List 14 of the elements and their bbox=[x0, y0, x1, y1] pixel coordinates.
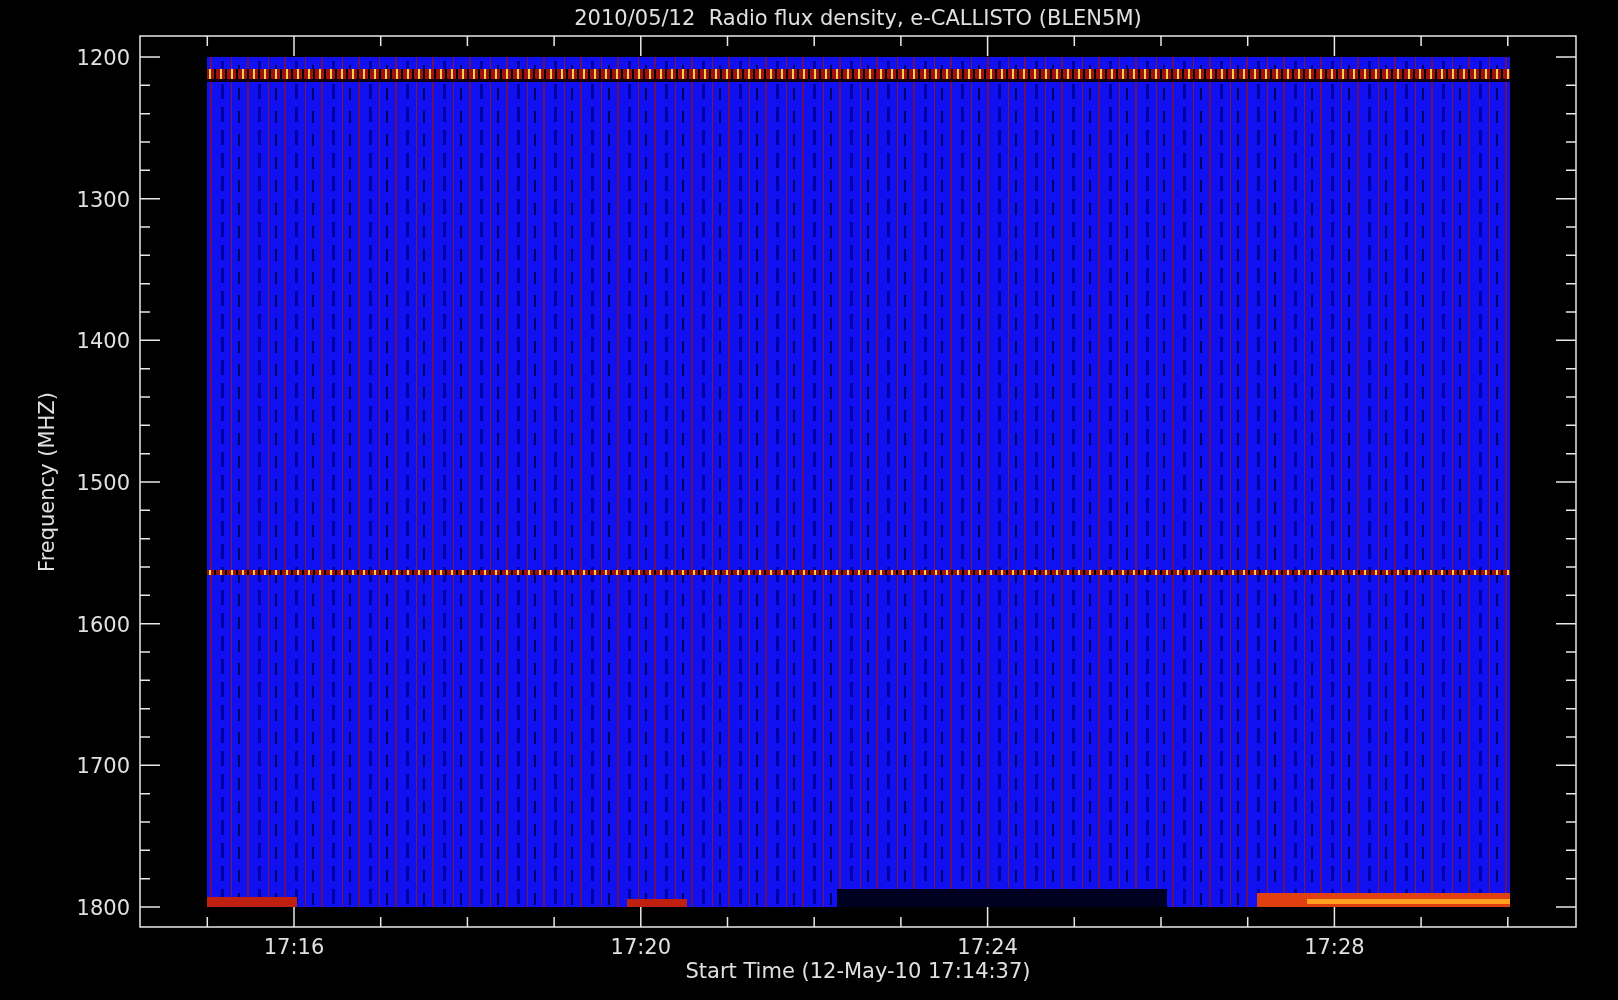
chart-title: 2010/05/12 Radio flux density, e-CALLISTO (BLEN5M) bbox=[574, 6, 1142, 30]
y-tick-label: 1300 bbox=[76, 187, 130, 212]
y-tick-label: 1200 bbox=[76, 46, 130, 70]
y-tick-label: 1500 bbox=[76, 471, 130, 495]
y-axis-label: Frequency (MHZ) bbox=[35, 392, 59, 572]
x-tick-label: 17:24 bbox=[957, 935, 1018, 959]
y-tick-label: 1600 bbox=[76, 612, 130, 637]
y-tick-label: 1400 bbox=[76, 329, 130, 354]
x-axis-label: Start Time (12-May-10 17:14:37) bbox=[685, 959, 1031, 983]
x-tick-label: 17:28 bbox=[1304, 935, 1365, 959]
y-tick-label: 1800 bbox=[76, 896, 130, 920]
y-tick-label: 1700 bbox=[76, 754, 130, 779]
x-tick-label: 17:20 bbox=[610, 935, 672, 959]
x-tick-label: 17:16 bbox=[263, 935, 325, 959]
